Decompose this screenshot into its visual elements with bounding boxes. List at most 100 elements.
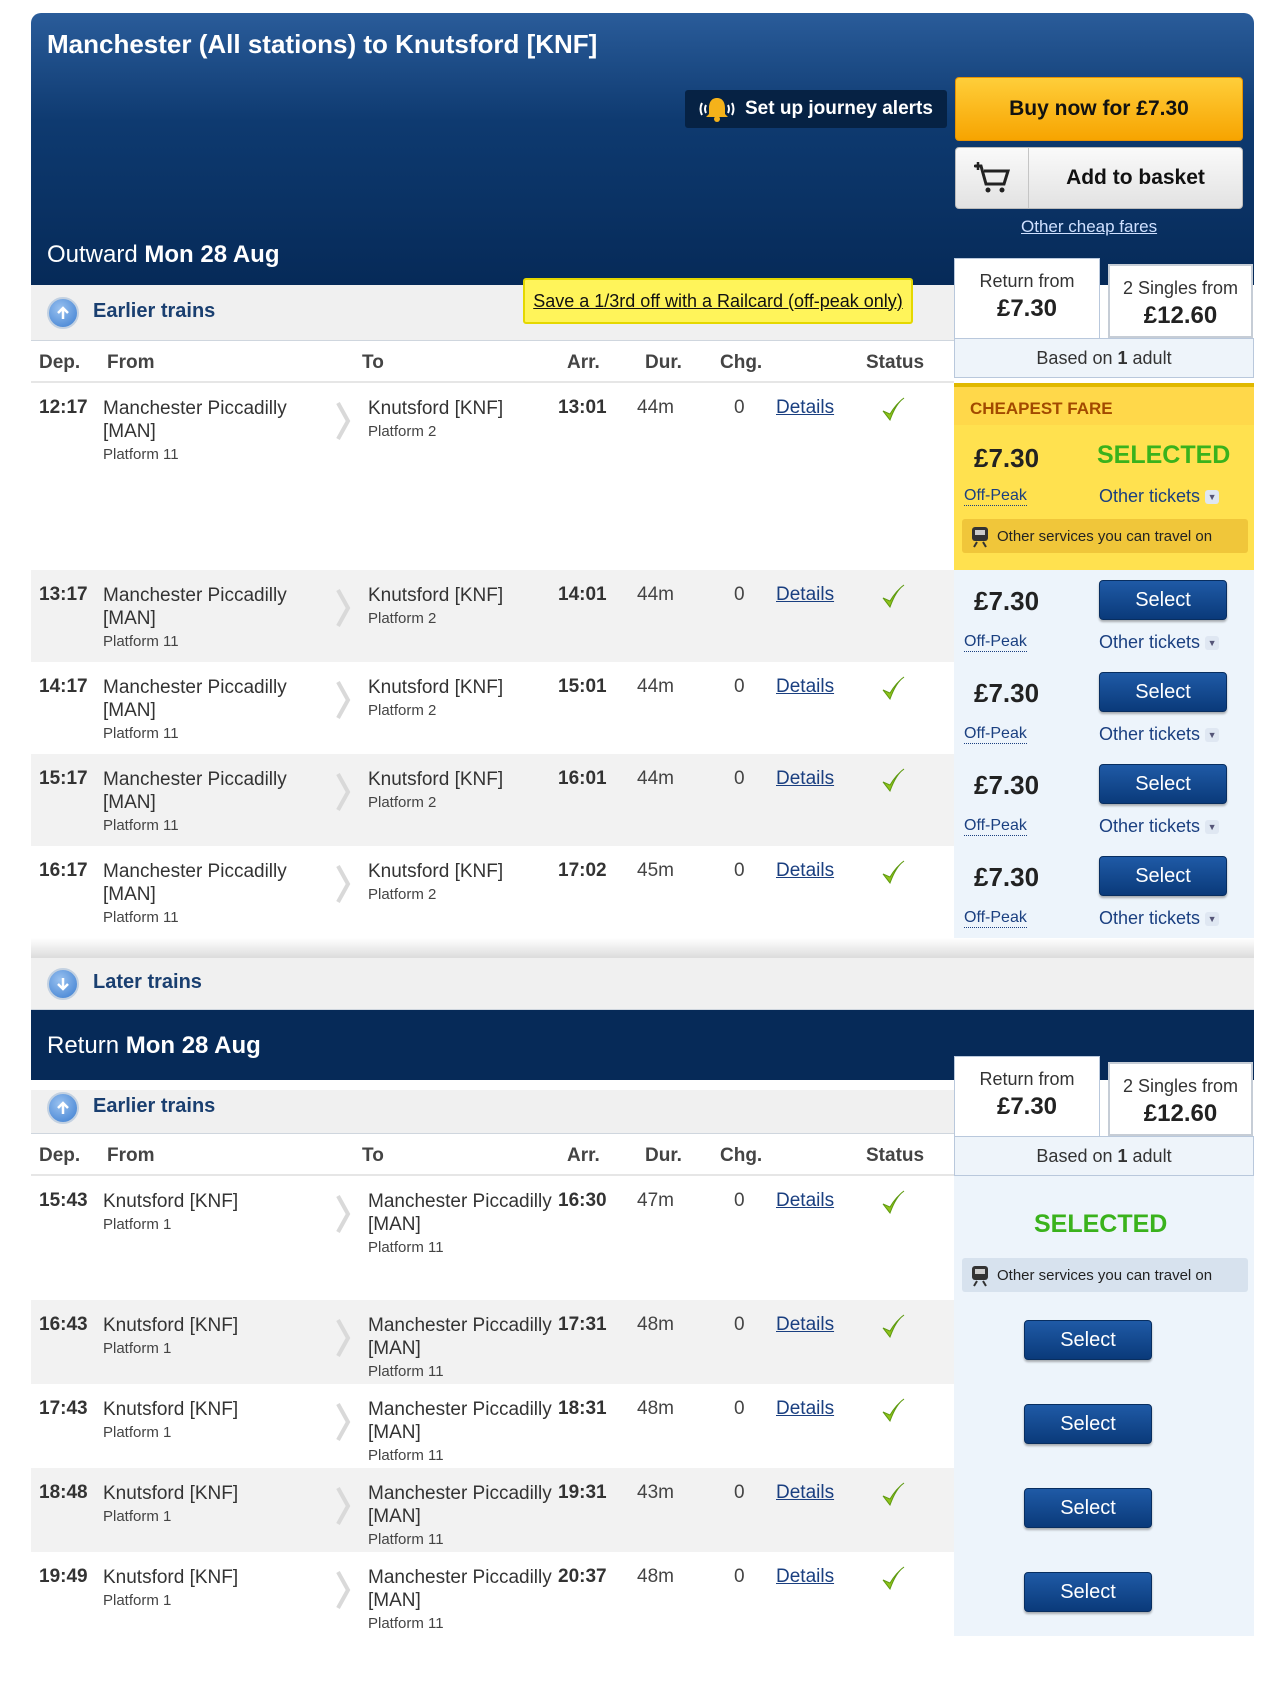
based-on-passengers: Based on 1 adult — [954, 338, 1254, 378]
return-fare-tab[interactable]: Return from £7.30 — [954, 1056, 1100, 1136]
duration: 44m — [637, 768, 674, 789]
check-icon — [882, 1398, 905, 1423]
select-button[interactable]: Select — [1099, 764, 1227, 804]
changes: 0 — [734, 1482, 745, 1503]
train-row[interactable]: 18:48 Knutsford [KNF] Platform 1 Manchest… — [31, 1468, 1254, 1552]
journey-alerts-button[interactable]: Set up journey alerts — [685, 90, 947, 128]
status-ok — [881, 1566, 905, 1598]
other-services-button[interactable]: Other services you can travel on — [962, 519, 1248, 553]
check-icon — [882, 1190, 905, 1215]
add-to-basket-button[interactable]: Add to basket — [955, 147, 1243, 209]
to-platform: Platform 11 — [368, 1615, 444, 1632]
train-row[interactable]: 15:43 Knutsford [KNF] Platform 1 Manchest… — [31, 1176, 1254, 1300]
fare-price: £7.30 — [974, 586, 1040, 616]
other-tickets-dropdown[interactable]: Other tickets ▼ — [1099, 486, 1220, 507]
train-row[interactable]: 16:17 Manchester Piccadilly [MAN] Platfor… — [31, 846, 1254, 938]
to-station: Manchester Piccadilly [MAN] Platform 11 — [368, 1314, 568, 1383]
train-row[interactable]: 13:17 Manchester Piccadilly [MAN] Platfor… — [31, 570, 1254, 662]
offpeak-link[interactable]: Off-Peak — [964, 633, 1027, 652]
offpeak-link[interactable]: Off-Peak — [964, 909, 1027, 928]
column-header-dur: Dur. — [645, 1145, 682, 1166]
duration: 43m — [637, 1482, 674, 1503]
fare-cell: £7.30 Select Off-Peak Other tickets ▼ — [954, 754, 1254, 846]
arrow-up-icon[interactable] — [47, 1092, 79, 1124]
from-station: Knutsford [KNF] Platform 1 — [103, 1398, 293, 1444]
based-on-passengers: Based on 1 adult — [954, 1136, 1254, 1176]
details-link[interactable]: Details — [776, 397, 834, 419]
column-header-dep: Dep. — [39, 352, 81, 373]
select-button[interactable]: Select — [1099, 580, 1227, 620]
select-button[interactable]: Select — [1024, 1488, 1152, 1528]
other-tickets-dropdown[interactable]: Other tickets ▼ — [1099, 908, 1220, 929]
return-earlier-trains-bar[interactable]: Earlier trains — [31, 1080, 954, 1134]
singles-fare-tab[interactable]: 2 Singles from £12.60 — [1108, 1062, 1253, 1136]
other-services-button[interactable]: Other services you can travel on — [962, 1258, 1248, 1292]
other-tickets-dropdown[interactable]: Other tickets ▼ — [1099, 724, 1220, 745]
return-earlier-trains-label: Earlier trains — [93, 1095, 216, 1117]
singles-fare-tab[interactable]: 2 Singles from £12.60 — [1108, 264, 1253, 338]
fare-cell-selected[interactable]: CHEAPEST FARE £7.30 SELECTED Off-Peak Ot… — [954, 383, 1254, 570]
journey-planner: Manchester (All stations) to Knutsford [… — [31, 13, 1254, 1636]
select-button[interactable]: Select — [1024, 1404, 1152, 1444]
later-trains-bar[interactable]: Later trains — [31, 958, 1254, 1010]
other-tickets-dropdown[interactable]: Other tickets ▼ — [1099, 632, 1220, 653]
from-platform: Platform 1 — [103, 1424, 172, 1441]
to-station: Manchester Piccadilly [MAN] Platform 11 — [368, 1190, 568, 1259]
arrival-time: 19:31 — [558, 1482, 607, 1503]
train-row[interactable]: 14:17 Manchester Piccadilly [MAN] Platfor… — [31, 662, 1254, 754]
select-button[interactable]: Select — [1099, 856, 1227, 896]
details-link[interactable]: Details — [776, 1566, 834, 1588]
chevron-right-icon — [336, 865, 351, 903]
details-link[interactable]: Details — [776, 1314, 834, 1336]
fare-cell: Select — [954, 1300, 1254, 1384]
earlier-trains-label: Earlier trains — [93, 300, 216, 322]
other-tickets-dropdown[interactable]: Other tickets ▼ — [1099, 816, 1220, 837]
fare-cell: Select — [954, 1468, 1254, 1552]
fare-cell: £7.30 Select Off-Peak Other tickets ▼ — [954, 570, 1254, 662]
return-heading: Return Mon 28 Aug — [47, 1032, 261, 1059]
return-fare-tab[interactable]: Return from £7.30 — [954, 258, 1100, 338]
railcard-promo-link[interactable]: Save a 1/3rd off with a Railcard (off-pe… — [523, 278, 913, 324]
changes: 0 — [734, 1566, 745, 1587]
train-row[interactable]: 17:43 Knutsford [KNF] Platform 1 Manchest… — [31, 1384, 1254, 1468]
from-station: Manchester Piccadilly [MAN] Platform 11 — [103, 860, 293, 929]
check-icon — [882, 860, 905, 885]
details-link[interactable]: Details — [776, 860, 834, 882]
fare-price: £7.30 — [974, 678, 1040, 708]
train-row[interactable]: 15:17 Manchester Piccadilly [MAN] Platfor… — [31, 754, 1254, 846]
other-cheap-fares-link[interactable]: Other cheap fares — [1021, 217, 1157, 237]
status-ok — [881, 1482, 905, 1514]
details-link[interactable]: Details — [776, 676, 834, 698]
train-row[interactable]: 12:17 Manchester Piccadilly [MAN] Platfor… — [31, 383, 1254, 570]
page-title: Manchester (All stations) to Knutsford [… — [47, 29, 598, 59]
details-link[interactable]: Details — [776, 1482, 834, 1504]
check-icon — [882, 397, 905, 422]
to-station: Manchester Piccadilly [MAN] Platform 11 — [368, 1566, 568, 1635]
departure-time: 13:17 — [39, 584, 88, 605]
select-button[interactable]: Select — [1024, 1320, 1152, 1360]
chevron-down-icon: ▼ — [1205, 490, 1220, 504]
details-link[interactable]: Details — [776, 768, 834, 790]
details-link[interactable]: Details — [776, 1190, 834, 1212]
train-row[interactable]: 16:43 Knutsford [KNF] Platform 1 Manchest… — [31, 1300, 1254, 1384]
select-button[interactable]: Select — [1024, 1572, 1152, 1612]
return-date: Mon 28 Aug — [125, 1032, 261, 1059]
arrival-time: 17:31 — [558, 1314, 607, 1335]
buy-now-button[interactable]: Buy now for £7.30 — [955, 77, 1243, 141]
departure-time: 15:43 — [39, 1190, 88, 1211]
from-platform: Platform 1 — [103, 1592, 172, 1609]
details-link[interactable]: Details — [776, 1398, 834, 1420]
offpeak-link[interactable]: Off-Peak — [964, 487, 1027, 506]
arrival-time: 14:01 — [558, 584, 607, 605]
arrow-up-icon[interactable] — [47, 297, 79, 329]
chevron-right-icon — [336, 1571, 351, 1609]
earlier-trains-bar[interactable]: Earlier trains Save a 1/3rd off with a R… — [31, 278, 954, 341]
offpeak-link[interactable]: Off-Peak — [964, 725, 1027, 744]
details-link[interactable]: Details — [776, 584, 834, 606]
offpeak-link[interactable]: Off-Peak — [964, 817, 1027, 836]
select-button[interactable]: Select — [1099, 672, 1227, 712]
train-row[interactable]: 19:49 Knutsford [KNF] Platform 1 Manchest… — [31, 1552, 1254, 1636]
to-station: Knutsford [KNF] Platform 2 — [368, 584, 568, 630]
fare-cell-selected[interactable]: SELECTED Other services you can travel o… — [954, 1176, 1254, 1300]
arrow-down-icon[interactable] — [47, 968, 79, 1000]
